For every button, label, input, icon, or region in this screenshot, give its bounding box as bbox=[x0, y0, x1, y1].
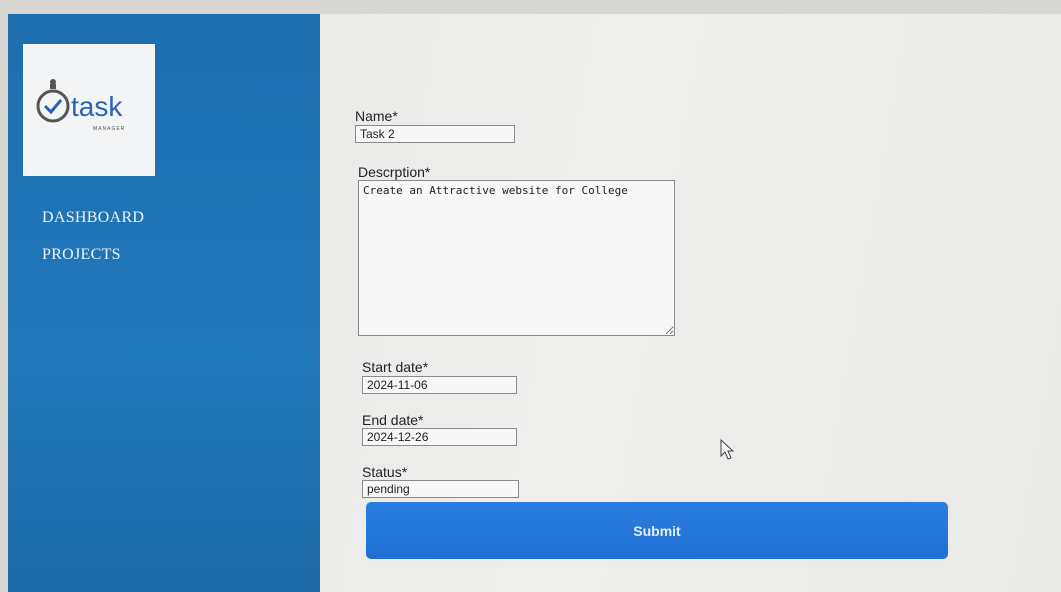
description-label: Descrption* bbox=[358, 164, 431, 180]
start-date-label: Start date* bbox=[362, 359, 429, 375]
sidebar-item-dashboard[interactable]: DASHBOARD bbox=[42, 209, 144, 227]
logo-text: task bbox=[71, 91, 123, 122]
end-date-label: End date* bbox=[362, 412, 424, 428]
name-label: Name* bbox=[355, 108, 398, 124]
sidebar-item-projects[interactable]: PROJECTS bbox=[42, 246, 121, 264]
screen: task MANAGER DASHBOARD PROJECTS Name* De… bbox=[8, 14, 1061, 592]
logo: task MANAGER bbox=[23, 44, 155, 176]
submit-button[interactable]: Submit bbox=[366, 502, 948, 559]
logo-graphic: task MANAGER bbox=[36, 79, 125, 132]
start-date-input[interactable] bbox=[362, 376, 517, 394]
name-input[interactable] bbox=[355, 125, 515, 143]
status-input[interactable] bbox=[362, 480, 519, 498]
status-label: Status* bbox=[362, 464, 408, 480]
logo-subtext: MANAGER bbox=[93, 126, 125, 132]
sidebar: task MANAGER DASHBOARD PROJECTS bbox=[8, 14, 320, 592]
description-textarea[interactable]: Create an Attractive website for College bbox=[358, 180, 675, 336]
end-date-input[interactable] bbox=[362, 428, 517, 446]
mouse-pointer-icon bbox=[720, 439, 735, 460]
stopwatch-icon bbox=[36, 79, 70, 123]
